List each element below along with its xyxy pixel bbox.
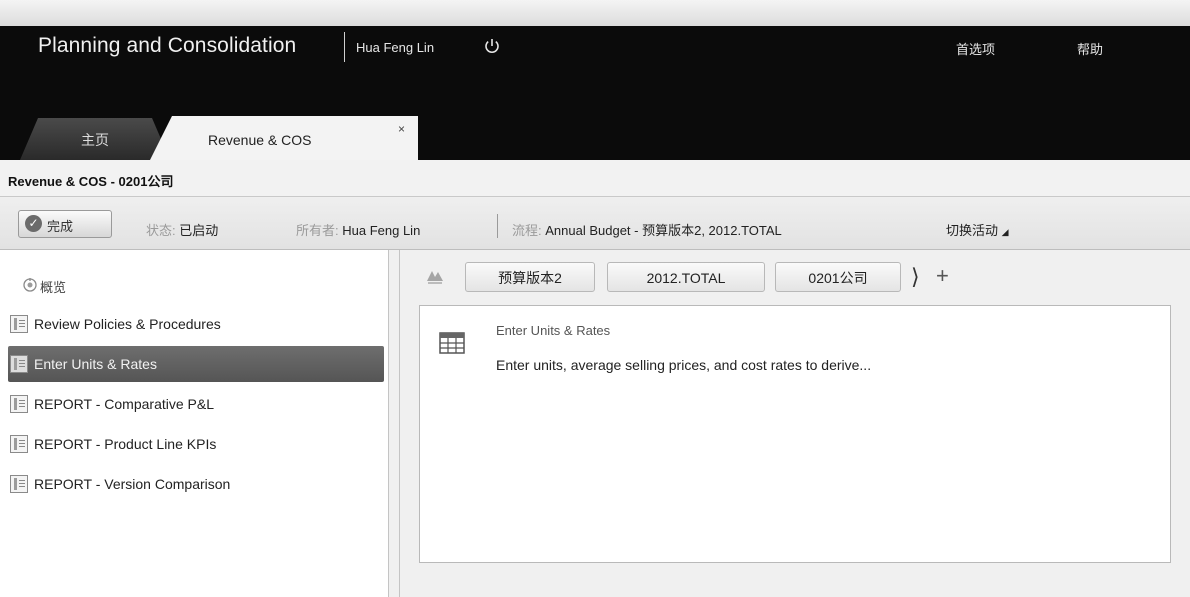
document-icon — [10, 315, 28, 333]
done-button[interactable]: ✓ 完成 — [18, 210, 112, 238]
status-separator — [497, 214, 498, 238]
overview-icon — [23, 278, 37, 292]
tab-home[interactable]: 主页 — [20, 118, 170, 160]
top-strip — [0, 0, 1190, 26]
overview-link[interactable]: 概览 — [40, 277, 66, 296]
activity-title-link[interactable]: Enter Units & Rates — [496, 323, 610, 338]
power-icon[interactable] — [483, 37, 501, 55]
sidebar-item-label: REPORT - Product Line KPIs — [34, 436, 217, 452]
check-icon: ✓ — [25, 215, 42, 232]
document-icon — [10, 395, 28, 413]
sidebar-item-label: REPORT - Version Comparison — [34, 476, 231, 492]
owner-value: Hua Feng Lin — [342, 223, 421, 238]
context-member-entity[interactable]: 0201公司 — [775, 262, 901, 292]
status-value: 已启动 — [179, 223, 219, 238]
title-separator — [344, 32, 345, 62]
sidebar-item-review-policies[interactable]: Review Policies & Procedures — [8, 306, 384, 342]
dropdown-arrow-icon: ◢ — [1001, 227, 1009, 237]
done-button-label: 完成 — [47, 219, 74, 234]
preferences-link[interactable]: 首选项 — [956, 39, 995, 58]
process-label: 流程: — [512, 223, 542, 238]
sidebar-item-label: Enter Units & Rates — [34, 356, 157, 372]
status-field: 状态: 已启动 — [146, 220, 218, 239]
activity-card — [419, 305, 1171, 563]
process-value: Annual Budget - 预算版本2, 2012.TOTAL — [545, 223, 782, 238]
page-subheader: Revenue & COS - 0201公司 — [0, 160, 1190, 197]
document-icon — [10, 475, 28, 493]
help-link[interactable]: 帮助 — [1077, 39, 1103, 58]
tab-revenue-cos[interactable]: Revenue & COS — [150, 116, 418, 160]
switch-activity-label: 切换活动 — [946, 223, 999, 238]
page-title: Revenue & COS - 0201公司 — [8, 174, 174, 189]
sidebar-item-label: Review Policies & Procedures — [34, 316, 221, 332]
context-icon — [427, 271, 443, 284]
activity-description: Enter units, average selling prices, and… — [496, 357, 872, 373]
tab-revenue-cos-label: Revenue & COS — [208, 132, 312, 148]
activity-list-panel — [0, 250, 388, 597]
context-member-time[interactable]: 2012.TOTAL — [607, 262, 765, 292]
switch-activity-button[interactable]: 切换活动 ◢ — [946, 220, 1009, 239]
document-icon — [10, 435, 28, 453]
context-member-version[interactable]: 预算版本2 — [465, 262, 595, 292]
sidebar-item-label: REPORT - Comparative P&L — [34, 396, 214, 412]
table-icon — [439, 332, 465, 354]
owner-field: 所有者: Hua Feng Lin — [296, 220, 420, 239]
context-expand-icon[interactable]: ⟩ — [911, 264, 920, 290]
status-label: 状态: — [146, 223, 176, 238]
app-title: Planning and Consolidation — [38, 34, 297, 57]
user-name: Hua Feng Lin — [356, 40, 435, 55]
owner-label: 所有者: — [296, 223, 339, 238]
sidebar-item-comparative-pl[interactable]: REPORT - Comparative P&L — [8, 386, 384, 422]
panel-splitter[interactable] — [388, 250, 400, 597]
add-context-icon[interactable]: + — [936, 263, 949, 289]
process-field: 流程: Annual Budget - 预算版本2, 2012.TOTAL — [512, 220, 782, 239]
tab-close-icon[interactable]: × — [398, 122, 405, 136]
document-icon — [10, 355, 28, 373]
tab-home-label: 主页 — [81, 132, 109, 148]
sidebar-item-product-line-kpis[interactable]: REPORT - Product Line KPIs — [8, 426, 384, 462]
sidebar-item-version-comparison[interactable]: REPORT - Version Comparison — [8, 466, 384, 502]
sidebar-item-enter-units-rates[interactable]: Enter Units & Rates — [8, 346, 384, 382]
